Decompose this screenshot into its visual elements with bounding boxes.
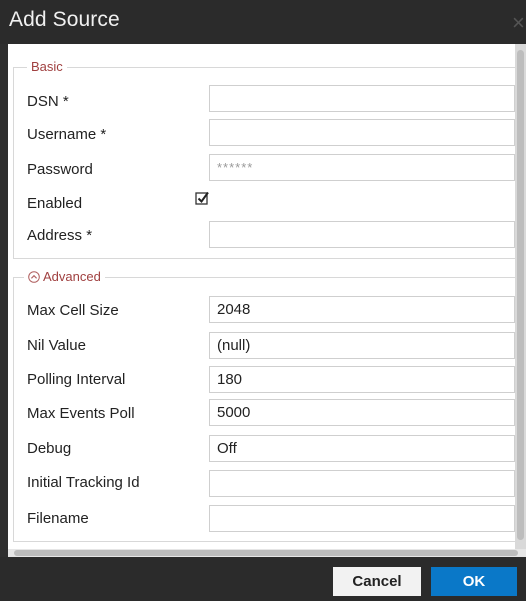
ok-button[interactable]: OK [431, 567, 517, 596]
username-label: Username * [27, 126, 107, 143]
filename-input[interactable] [209, 505, 515, 532]
advanced-toggle[interactable]: Advanced [24, 269, 105, 284]
password-label: Password [27, 161, 93, 178]
enabled-checkbox[interactable] [194, 190, 212, 208]
cancel-button[interactable]: Cancel [333, 567, 421, 596]
password-input[interactable] [209, 154, 515, 181]
max-events-poll-label: Max Events Poll [27, 405, 135, 422]
vertical-scrollbar[interactable] [515, 44, 526, 549]
dialog-body: Basic DSN * Username * Password Enabled … [8, 44, 516, 549]
advanced-legend: Advanced [43, 269, 101, 284]
dsn-input[interactable] [209, 85, 515, 112]
nil-value-input[interactable] [209, 332, 515, 359]
dialog-title: Add Source [9, 8, 120, 31]
filename-label: Filename [27, 510, 89, 527]
close-icon[interactable]: × [512, 10, 526, 36]
horizontal-scrollbar[interactable] [8, 549, 526, 557]
debug-input[interactable] [209, 435, 515, 462]
horizontal-scroll-thumb[interactable] [14, 550, 518, 556]
debug-label: Debug [27, 440, 72, 457]
chevron-up-circle-icon[interactable] [28, 271, 40, 283]
dialog-footer: Cancel OK [0, 557, 526, 601]
basic-legend: Basic [27, 59, 67, 74]
max-events-poll-input[interactable] [209, 399, 515, 426]
vertical-scroll-thumb[interactable] [517, 50, 524, 540]
add-source-dialog: Add Source × Basic DSN * Username * Pass… [0, 0, 526, 601]
max-cell-size-input[interactable] [209, 296, 515, 323]
polling-interval-label: Polling Interval [27, 371, 126, 388]
initial-tracking-id-label: Initial Tracking Id [27, 474, 140, 491]
nil-value-label: Nil Value [27, 337, 86, 354]
address-input[interactable] [209, 221, 515, 248]
dsn-label: DSN * [27, 93, 69, 110]
max-cell-size-label: Max Cell Size [27, 302, 119, 319]
username-input[interactable] [209, 119, 515, 146]
dialog-title-bar[interactable]: Add Source × [0, 0, 526, 44]
initial-tracking-id-input[interactable] [209, 470, 515, 497]
address-label: Address * [27, 227, 93, 244]
enabled-label: Enabled [27, 195, 83, 212]
polling-interval-input[interactable] [209, 366, 515, 393]
